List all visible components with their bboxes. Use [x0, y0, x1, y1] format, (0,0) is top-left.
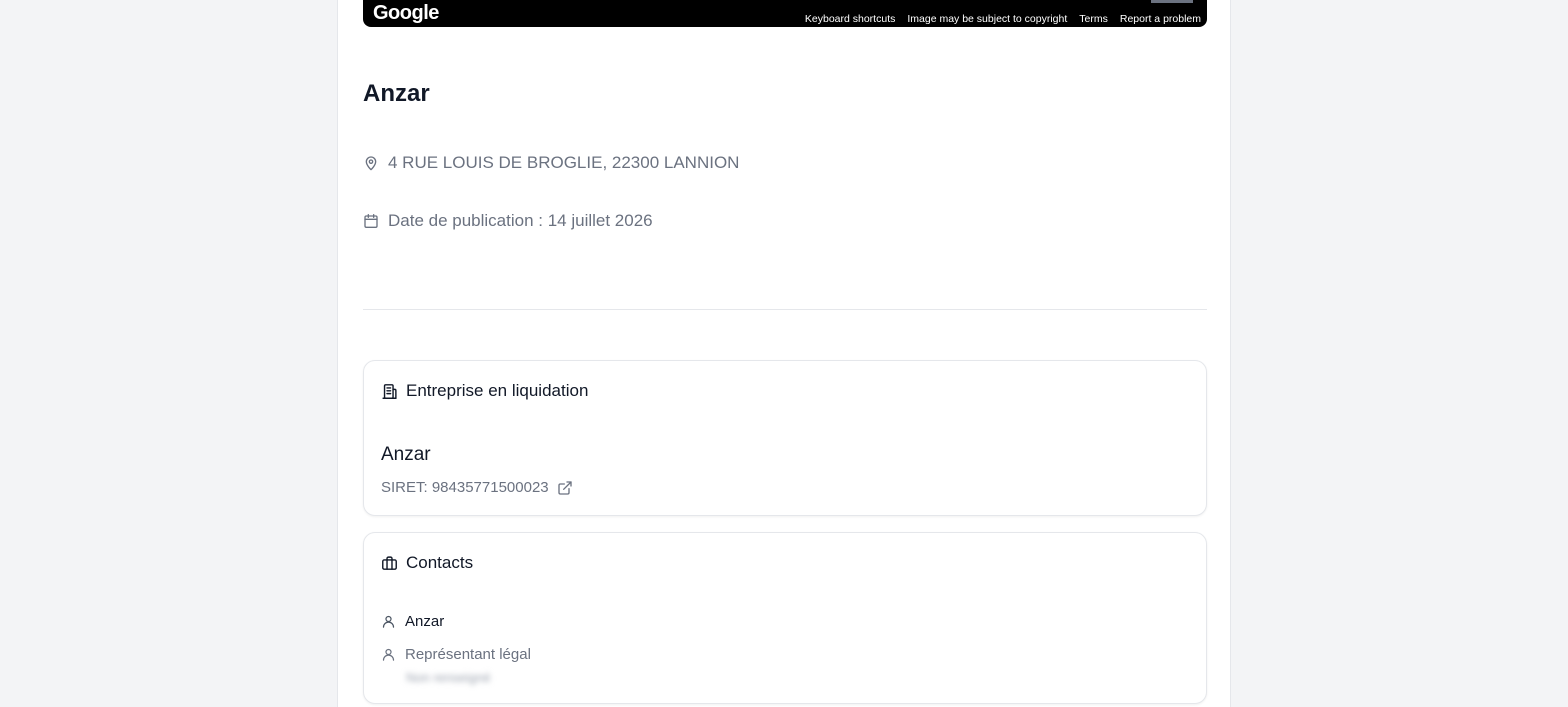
siret-row: SIRET: 98435771500023 — [381, 479, 573, 496]
page-title: Anzar — [363, 80, 430, 107]
contacts-card: Contacts Anzar Représentant légal Non re… — [363, 532, 1207, 704]
user-icon — [382, 615, 395, 628]
terms-link[interactable]: Terms — [1079, 13, 1108, 25]
keyboard-shortcuts-link[interactable]: Keyboard shortcuts — [805, 13, 895, 25]
address-row: 4 RUE LOUIS DE BROGLIE, 22300 LANNION — [363, 153, 739, 173]
page-container: Google Keyboard shortcuts Image may be s… — [337, 0, 1231, 707]
contacts-card-heading: Contacts — [406, 553, 474, 572]
external-link-icon[interactable] — [557, 480, 573, 496]
map-embed[interactable]: Google Keyboard shortcuts Image may be s… — [363, 0, 1207, 27]
siret-text: SIRET: 98435771500023 — [381, 479, 549, 496]
address-text: 4 RUE LOUIS DE BROGLIE, 22300 LANNION — [388, 153, 740, 172]
company-name: Anzar — [381, 444, 431, 465]
contact-role: Représentant légal — [405, 646, 531, 663]
map-footer-links: Keyboard shortcuts Image may be subject … — [805, 13, 1201, 25]
building-icon — [382, 383, 397, 399]
contact-name: Anzar — [405, 613, 445, 630]
copyright-link[interactable]: Image may be subject to copyright — [907, 13, 1067, 25]
company-card-heading: Entreprise en liquidation — [406, 381, 589, 400]
calendar-icon — [364, 214, 378, 228]
map-scale-bar — [1151, 0, 1193, 3]
company-card-header: Entreprise en liquidation — [381, 381, 588, 401]
map-pin-icon — [365, 156, 377, 171]
google-logo: Google — [373, 2, 439, 24]
contact-item: Représentant légal — [381, 646, 531, 663]
company-card: Entreprise en liquidation Anzar SIRET: 9… — [363, 360, 1207, 516]
report-problem-link[interactable]: Report a problem — [1120, 13, 1201, 25]
contact-item: Anzar — [381, 613, 444, 630]
publication-date-text: Date de publication : 14 juillet 2026 — [388, 211, 653, 230]
contact-detail-blurred: Non renseigné — [406, 670, 491, 685]
contacts-card-header: Contacts — [381, 553, 473, 573]
user-icon — [382, 648, 395, 661]
section-divider — [363, 309, 1207, 310]
publication-date-row: Date de publication : 14 juillet 2026 — [363, 211, 653, 231]
briefcase-icon — [382, 555, 397, 570]
